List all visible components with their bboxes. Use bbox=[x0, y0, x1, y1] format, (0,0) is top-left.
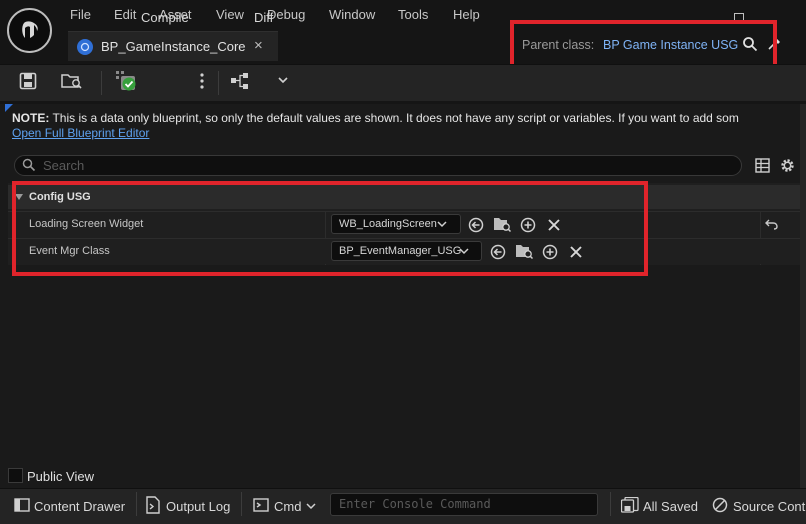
highlight-config-usg bbox=[12, 181, 648, 276]
output-log-icon[interactable] bbox=[146, 496, 160, 514]
open-full-blueprint-editor-link[interactable]: Open Full Blueprint Editor bbox=[12, 126, 149, 140]
scrollbar[interactable] bbox=[800, 104, 806, 488]
output-log-button[interactable]: Output Log bbox=[166, 499, 230, 514]
compile-status-icon[interactable] bbox=[116, 71, 138, 91]
source-control-button[interactable]: Source Cont bbox=[733, 499, 805, 514]
content-drawer-icon[interactable] bbox=[14, 497, 30, 513]
console-command-input[interactable]: Enter Console Command bbox=[339, 497, 491, 511]
all-saved-icon[interactable] bbox=[621, 497, 639, 513]
source-control-disabled-icon[interactable] bbox=[712, 497, 728, 513]
toolbar-separator bbox=[218, 71, 219, 95]
blueprint-icon bbox=[77, 39, 93, 55]
search-input[interactable]: Search bbox=[43, 158, 84, 173]
cmd-button[interactable]: Cmd bbox=[274, 499, 301, 514]
tab-label: BP_GameInstance_Core bbox=[101, 39, 246, 54]
compile-button[interactable]: Compile bbox=[141, 10, 189, 25]
status-separator bbox=[610, 492, 611, 516]
public-view-checkbox[interactable] bbox=[8, 468, 23, 483]
diff-icon[interactable] bbox=[230, 72, 250, 90]
all-saved-button[interactable]: All Saved bbox=[643, 499, 698, 514]
table-view-icon[interactable] bbox=[755, 158, 770, 173]
save-icon[interactable] bbox=[19, 72, 37, 90]
console-icon[interactable] bbox=[253, 498, 269, 512]
search-icon bbox=[22, 158, 36, 172]
menu-window[interactable]: Window bbox=[329, 7, 375, 23]
cmd-chevron-down-icon[interactable] bbox=[306, 502, 316, 510]
data-only-note: NOTE: This is a data only blueprint, so … bbox=[12, 111, 739, 125]
tab-close-icon[interactable]: × bbox=[254, 37, 263, 54]
toolbar-separator bbox=[101, 71, 102, 95]
reset-to-default-icon[interactable] bbox=[765, 219, 778, 230]
settings-gear-icon[interactable] bbox=[779, 157, 796, 174]
status-separator bbox=[136, 492, 137, 516]
status-separator bbox=[241, 492, 242, 516]
content-drawer-button[interactable]: Content Drawer bbox=[34, 499, 125, 514]
unreal-logo-icon[interactable] bbox=[7, 8, 52, 53]
menu-tools[interactable]: Tools bbox=[398, 7, 428, 23]
diff-button[interactable]: Diff bbox=[254, 10, 273, 25]
menu-view[interactable]: View bbox=[216, 7, 244, 23]
search-field[interactable] bbox=[14, 155, 742, 176]
public-view-label: Public View bbox=[27, 469, 94, 484]
tab-bp-gameinstance-core[interactable]: BP_GameInstance_Core × bbox=[68, 31, 278, 61]
menu-help[interactable]: Help bbox=[453, 7, 480, 23]
menu-file[interactable]: File bbox=[70, 7, 91, 23]
diff-chevron-down-icon[interactable] bbox=[278, 76, 288, 84]
compile-options-icon[interactable] bbox=[200, 72, 204, 90]
browse-folder-icon[interactable] bbox=[61, 72, 83, 90]
menu-edit[interactable]: Edit bbox=[114, 7, 136, 23]
